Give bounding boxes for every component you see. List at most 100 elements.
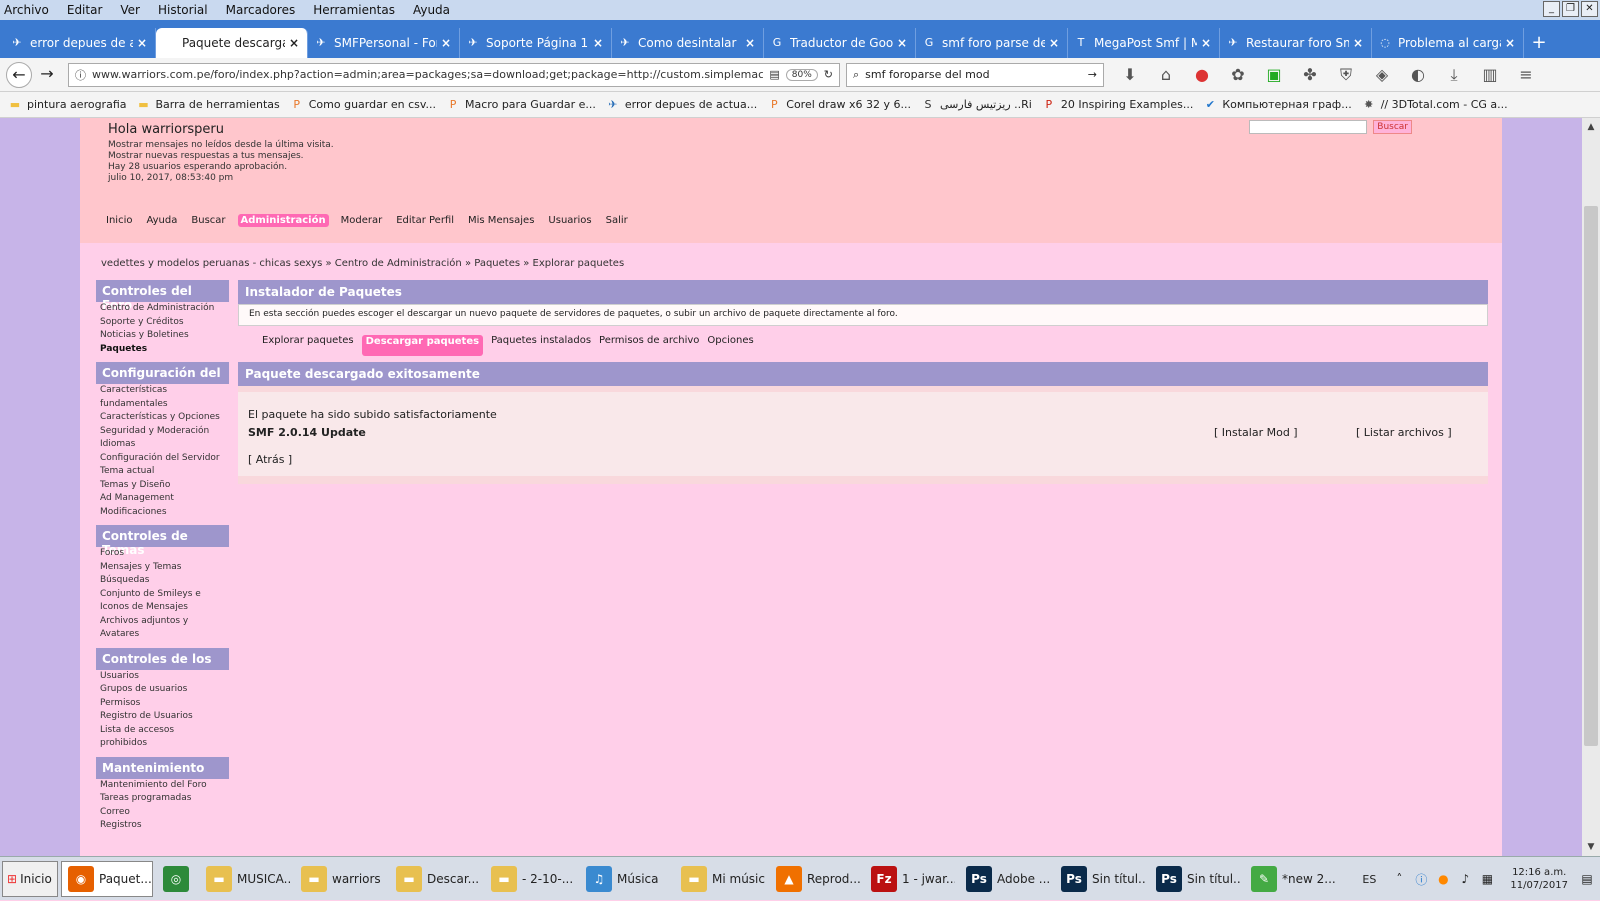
back-link[interactable]: [ Atrás ] bbox=[248, 453, 292, 466]
menu-4[interactable]: Marcadores bbox=[226, 3, 296, 17]
tab-2[interactable]: ✈ SMFPersonal - Foro × bbox=[308, 28, 460, 58]
tab-9[interactable]: ◌ Problema al cargar × bbox=[1372, 28, 1524, 58]
taskbar-item-10[interactable]: Ps Adobe ... bbox=[959, 861, 1051, 897]
sidebar-item[interactable]: Idiomas bbox=[96, 438, 229, 452]
list-files-link[interactable]: [ Listar archivos ] bbox=[1356, 426, 1452, 439]
sidebar-item[interactable]: Correo bbox=[96, 806, 229, 820]
download-icon[interactable]: ⬇ bbox=[1118, 65, 1142, 85]
forum-search-input[interactable] bbox=[1249, 120, 1368, 134]
search-input[interactable]: smf foroparse del mod bbox=[865, 68, 1088, 81]
close-tab-icon[interactable]: × bbox=[1201, 36, 1213, 50]
sidebar-item[interactable]: Mensajes y Temas bbox=[96, 561, 229, 575]
menu-6[interactable]: Ayuda bbox=[413, 3, 450, 17]
sidebar-item[interactable]: Modificaciones bbox=[96, 506, 229, 520]
close-tab-icon[interactable]: × bbox=[745, 36, 757, 50]
bookmark-7[interactable]: P 20 Inspiring Examples... bbox=[1042, 98, 1194, 112]
taskbar-item-5[interactable]: ▬ - 2-10-... bbox=[484, 861, 576, 897]
sidebar-item[interactable]: fundamentales bbox=[96, 398, 229, 412]
sidebar-item[interactable]: Registros bbox=[96, 819, 229, 833]
bookmark-2[interactable]: P Como guardar en csv... bbox=[290, 98, 436, 112]
tab-6[interactable]: Gsmf foro parse del × bbox=[916, 28, 1068, 58]
scroll-down-icon[interactable]: ▼ bbox=[1584, 840, 1598, 854]
close-tab-icon[interactable]: × bbox=[1049, 36, 1061, 50]
sidebar-item[interactable]: Permisos bbox=[96, 697, 229, 711]
sidebar-section-title[interactable]: Mantenimiento bbox=[96, 756, 229, 779]
pocket-save-icon[interactable]: ◈ bbox=[1370, 65, 1394, 85]
url-bar[interactable]: ⓘ www.warriors.com.pe/foro/index.php?act… bbox=[68, 62, 840, 87]
sidebar-item[interactable]: Conjunto de Smileys e bbox=[96, 588, 229, 602]
puzzle-icon[interactable]: ✤ bbox=[1298, 65, 1322, 85]
subtab-3[interactable]: Permisos de archivo bbox=[599, 335, 699, 356]
mainmenu-item-2[interactable]: Buscar bbox=[189, 214, 227, 227]
close-tab-icon[interactable]: × bbox=[897, 36, 909, 50]
taskbar-item-1[interactable]: ◎ bbox=[156, 861, 196, 897]
bookmark-6[interactable]: S ریزتیس فارسی ..Ri bbox=[921, 98, 1032, 112]
bookmark-1[interactable]: ▬ Barra de herramientas bbox=[137, 98, 279, 112]
sidebar-item[interactable]: Temas y Diseño bbox=[96, 479, 229, 493]
avast-icon[interactable]: ● bbox=[1434, 872, 1452, 886]
reload-icon[interactable]: ↻ bbox=[824, 68, 833, 81]
sidebar-item[interactable]: Mantenimiento del Foro bbox=[96, 779, 229, 793]
close-tab-icon[interactable]: × bbox=[137, 36, 149, 50]
sidebar-section-title[interactable]: Configuración del bbox=[96, 362, 229, 384]
mainmenu-item-0[interactable]: Inicio bbox=[104, 214, 134, 227]
tab-5[interactable]: G Traductor de Goog × bbox=[764, 28, 916, 58]
tab-0[interactable]: ✈ error depues de ac × bbox=[4, 28, 156, 58]
breadcrumb[interactable]: vedettes y modelos peruanas - chicas sex… bbox=[101, 258, 624, 269]
mainmenu-item-7[interactable]: Usuarios bbox=[546, 214, 593, 227]
close-tab-icon[interactable]: × bbox=[441, 36, 453, 50]
bookmark-4[interactable]: ✈ error depues de actua... bbox=[606, 98, 757, 112]
network-icon[interactable]: ▦ bbox=[1478, 872, 1496, 886]
sidebar-item[interactable]: Características y Opciones bbox=[96, 411, 229, 425]
search-bar[interactable]: ⌕ smf foroparse del mod → bbox=[846, 62, 1104, 87]
sidebar-item[interactable]: Características bbox=[96, 384, 229, 398]
taskbar-item-6[interactable]: ♫ Música bbox=[579, 861, 671, 897]
taskbar-item-11[interactable]: Ps Sin títul... bbox=[1054, 861, 1146, 897]
user-info-line[interactable]: Mostrar mensajes no leídos desde la últi… bbox=[108, 140, 334, 151]
extension-icon[interactable]: ✿ bbox=[1226, 65, 1250, 85]
downloads-icon[interactable]: ⤓ bbox=[1442, 65, 1466, 85]
scroll-up-icon[interactable]: ▲ bbox=[1584, 120, 1598, 134]
sidebar-item[interactable]: Grupos de usuarios bbox=[96, 683, 229, 697]
sidebar-item[interactable]: Registro de Usuarios bbox=[96, 710, 229, 724]
sidebar-item[interactable]: Soporte y Créditos bbox=[96, 316, 229, 330]
sidebar-item[interactable]: Usuarios bbox=[96, 670, 229, 684]
search-go-icon[interactable]: → bbox=[1088, 68, 1097, 81]
menu-1[interactable]: Editar bbox=[67, 3, 103, 17]
restore-icon[interactable]: ❐ bbox=[1562, 1, 1579, 17]
bookmark-3[interactable]: P Macro para Guardar e... bbox=[446, 98, 596, 112]
taskbar-item-12[interactable]: Ps Sin títul... bbox=[1149, 861, 1241, 897]
subtab-1[interactable]: Descargar paquetes bbox=[361, 335, 484, 356]
taskbar-item-4[interactable]: ▬ Descar... bbox=[389, 861, 481, 897]
page-scrollbar[interactable]: ▲ ▼ bbox=[1582, 118, 1600, 856]
bookmark-8[interactable]: ✔ Компьютерная граф... bbox=[1203, 98, 1352, 112]
reader-view-icon[interactable]: ▤ bbox=[769, 68, 779, 81]
tab-8[interactable]: ✈ Restaurar foro Sm × bbox=[1220, 28, 1372, 58]
sidebar-item[interactable]: Paquetes bbox=[96, 343, 229, 357]
subtab-0[interactable]: Explorar paquetes bbox=[262, 335, 354, 356]
taskbar-item-7[interactable]: ▬ Mi música bbox=[674, 861, 766, 897]
back-icon[interactable]: ← bbox=[6, 61, 32, 88]
taskbar-item-9[interactable]: Fz 1 - jwar... bbox=[864, 861, 956, 897]
sidebar-item[interactable]: Archivos adjuntos y bbox=[96, 615, 229, 629]
close-tab-icon[interactable]: × bbox=[1505, 36, 1517, 50]
tab-3[interactable]: ✈ Soporte Página 11 × bbox=[460, 28, 612, 58]
close-tab-icon[interactable]: × bbox=[289, 36, 301, 50]
sidebar-item[interactable]: Tareas programadas bbox=[96, 792, 229, 806]
forward-icon[interactable]: → bbox=[34, 62, 60, 88]
menu-0[interactable]: Archivo bbox=[4, 3, 49, 17]
mainmenu-item-8[interactable]: Salir bbox=[604, 214, 630, 227]
sidebar-item[interactable]: Centro de Administración bbox=[96, 302, 229, 316]
bookmark-9[interactable]: ✸ // 3DTotal.com - CG a... bbox=[1362, 98, 1508, 112]
pocket-icon[interactable]: ● bbox=[1190, 65, 1214, 85]
taskbar-item-2[interactable]: ▬ MUSICA... bbox=[199, 861, 291, 897]
sidebar-item[interactable]: Avatares bbox=[96, 628, 229, 642]
tab-4[interactable]: ✈ Como desintalar m × bbox=[612, 28, 764, 58]
minimize-icon[interactable]: _ bbox=[1543, 1, 1560, 17]
mainmenu-item-6[interactable]: Mis Mensajes bbox=[466, 214, 536, 227]
bookmark-5[interactable]: P Corel draw x6 32 y 6... bbox=[767, 98, 911, 112]
scroll-thumb[interactable] bbox=[1584, 206, 1598, 746]
close-icon[interactable]: ✕ bbox=[1581, 1, 1598, 17]
adblock-icon[interactable]: ◐ bbox=[1406, 65, 1430, 85]
hamburger-menu-icon[interactable]: ≡ bbox=[1514, 65, 1538, 85]
